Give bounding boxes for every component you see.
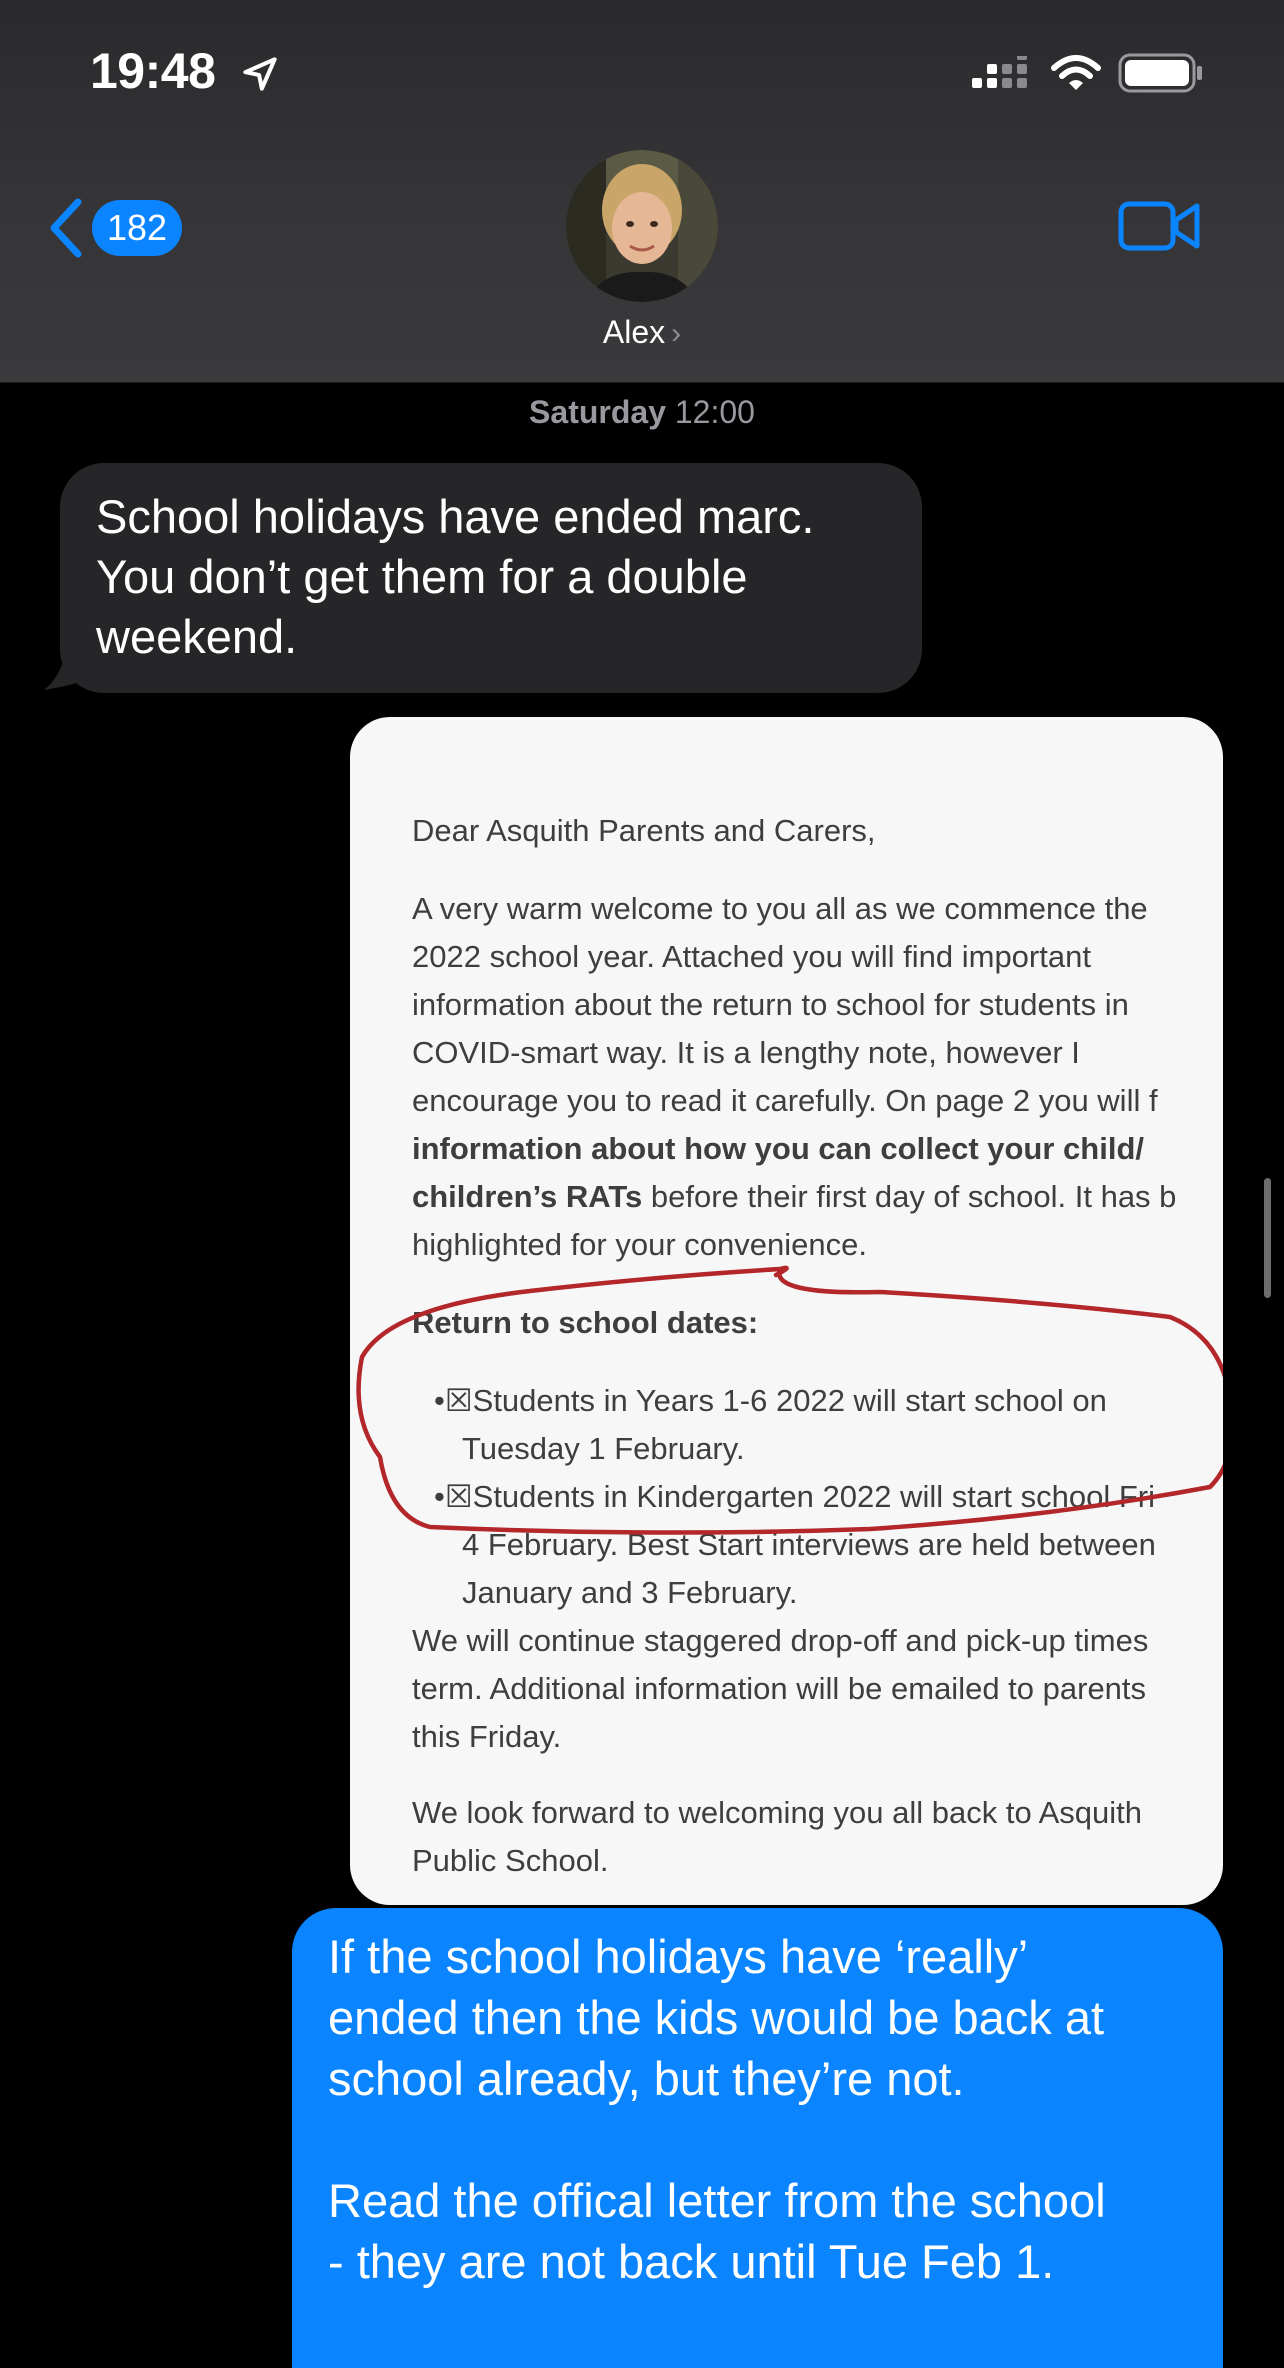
- letter-bullet-continued: January and 3 February.: [462, 1575, 798, 1610]
- signal-icon: [972, 56, 1027, 88]
- letter-line: Public School.: [412, 1843, 609, 1878]
- chevron-left-icon: [50, 198, 82, 258]
- location-arrow-icon: [243, 57, 277, 91]
- battery-icon: [1118, 53, 1202, 93]
- incoming-message-bubble[interactable]: School holidays have ended marc. You don…: [60, 463, 922, 693]
- status-bar: 19:48: [0, 0, 1284, 140]
- letter-line: highlighted for your convenience.: [412, 1227, 867, 1262]
- letter-line: We look forward to welcoming you all bac…: [412, 1795, 1143, 1830]
- letter-line: children’s RATs before their first day o…: [412, 1173, 1223, 1221]
- conversation-header: 19:48 182 Alex ›: [0, 0, 1284, 383]
- chevron-right-icon: ›: [671, 317, 682, 350]
- outgoing-message-line: If the school holidays have ‘really’: [328, 1930, 1029, 1983]
- letter-bullet-continued: 4 February. Best Start interviews are he…: [462, 1527, 1156, 1562]
- letter-line: term. Additional information will be ema…: [412, 1671, 1147, 1706]
- incoming-message-line: You don’t get them for a double: [96, 550, 748, 603]
- video-camera-icon[interactable]: [1118, 196, 1202, 256]
- letter-bullet: •☒Students in Kindergarten 2022 will sta…: [434, 1479, 1155, 1514]
- incoming-message-line: weekend.: [96, 610, 298, 663]
- timestamp-day: Saturday: [529, 394, 666, 430]
- school-letter: Dear Asquith Parents and Carers, A very …: [412, 807, 1223, 1885]
- incoming-message-line: School holidays have ended marc.: [96, 490, 815, 543]
- letter-dates-heading: Return to school dates:: [412, 1305, 759, 1340]
- letter-greeting: Dear Asquith Parents and Carers,: [412, 813, 876, 848]
- outgoing-message-line: - they are not back until Tue Feb 1.: [328, 2235, 1055, 2288]
- scroll-indicator[interactable]: [1264, 1178, 1271, 1298]
- message-timestamp: Saturday 12:00: [0, 394, 1284, 431]
- outgoing-message-bubble[interactable]: If the school holidays have ‘really’ end…: [292, 1908, 1223, 2368]
- contact-avatar[interactable]: [566, 150, 718, 302]
- unread-count-badge: 182: [92, 200, 182, 256]
- outgoing-message-line: ended then the kids would be back at: [328, 1991, 1105, 2044]
- letter-line: information about the return to school f…: [412, 987, 1129, 1022]
- image-attachment[interactable]: Dear Asquith Parents and Carers, A very …: [350, 717, 1223, 1905]
- avatar-photo: [566, 150, 718, 302]
- letter-line: A very warm welcome to you all as we com…: [412, 891, 1148, 926]
- outgoing-message-line: Read the offical letter from the school: [328, 2174, 1106, 2227]
- letter-line: COVID-smart way. It is a lengthy note, h…: [412, 1035, 1080, 1070]
- letter-line: encourage you to read it carefully. On p…: [412, 1083, 1158, 1118]
- letter-bold-text: children’s RATs: [412, 1179, 643, 1214]
- timestamp-time: 12:00: [674, 394, 755, 430]
- letter-text: before their first day of school. It has…: [642, 1179, 1177, 1214]
- status-time: 19:48: [90, 43, 216, 99]
- letter-line: 2022 school year. Attached you will find…: [412, 939, 1091, 974]
- contact-name: Alex: [602, 314, 666, 350]
- contact-name-button[interactable]: Alex ›: [542, 314, 742, 351]
- back-button[interactable]: 182: [44, 192, 194, 262]
- letter-line: this Friday.: [412, 1719, 562, 1754]
- wifi-icon: [1051, 55, 1101, 90]
- letter-bullet: •☒Students in Years 1-6 2022 will start …: [434, 1383, 1107, 1418]
- letter-bullet-continued: Tuesday 1 February.: [462, 1431, 745, 1466]
- letter-line: We will continue staggered drop-off and …: [412, 1623, 1149, 1658]
- outgoing-message-line: school already, but they’re not.: [328, 2052, 965, 2105]
- letter-bold-line: information about how you can collect yo…: [412, 1131, 1144, 1166]
